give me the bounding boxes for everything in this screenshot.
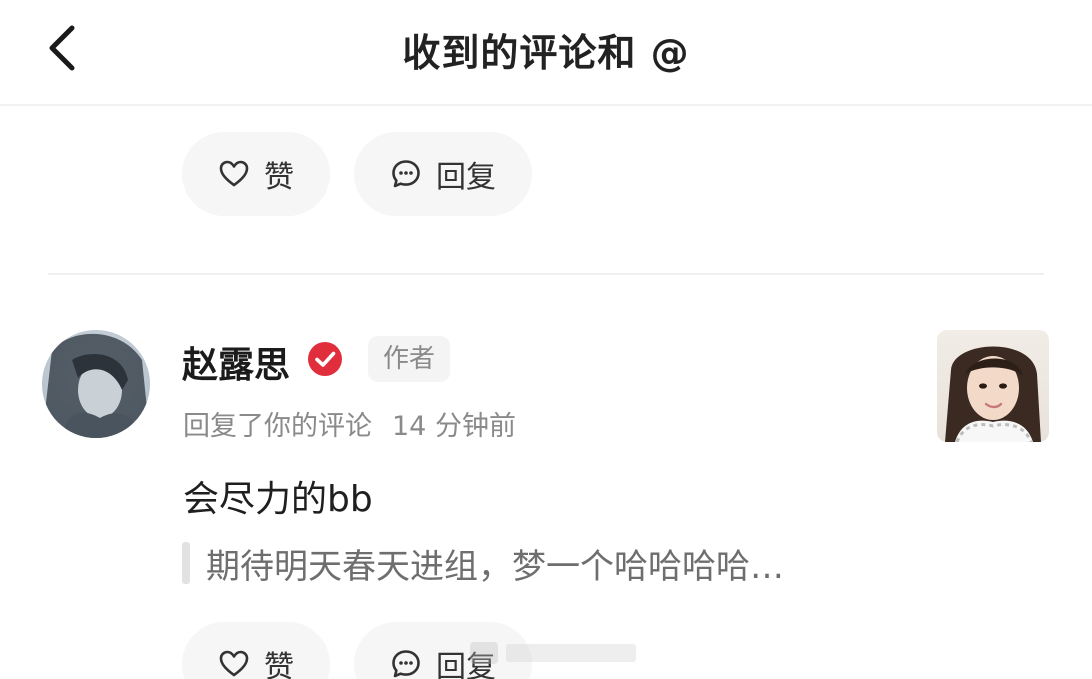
reply-button[interactable]: 回复 xyxy=(354,132,532,216)
user-avatar[interactable] xyxy=(42,330,150,438)
quote-bar xyxy=(182,542,190,584)
item-divider xyxy=(48,273,1044,275)
heart-icon xyxy=(218,158,250,190)
watermark-overlay xyxy=(470,642,636,664)
quoted-comment-text: 期待明天春天进组，梦一个哈哈哈哈… xyxy=(206,546,784,587)
comments-and-mentions-page: 收到的评论和 @ 赞 回复 赵露思 作者 回复了你的评论 14 分钟前 会尽力的… xyxy=(0,0,1092,679)
like-label: 赞 xyxy=(264,160,294,195)
username[interactable]: 赵露思 xyxy=(182,336,290,388)
verified-check-icon xyxy=(307,341,343,377)
heart-icon xyxy=(218,648,250,679)
author-badge: 作者 xyxy=(368,336,450,382)
like-button[interactable]: 赞 xyxy=(182,132,330,216)
item-like-label: 赞 xyxy=(264,650,294,679)
reply-content: 会尽力的bb xyxy=(183,479,373,520)
action-text: 回复了你的评论 xyxy=(183,411,372,442)
notification-meta: 回复了你的评论 14 分钟前 xyxy=(183,404,516,443)
item-like-button[interactable]: 赞 xyxy=(182,622,330,679)
page-title: 收到的评论和 @ xyxy=(402,31,690,75)
note-thumbnail[interactable] xyxy=(937,330,1049,442)
comment-bubble-icon xyxy=(390,648,422,679)
comment-bubble-icon xyxy=(390,158,422,190)
reply-label: 回复 xyxy=(436,160,496,195)
timestamp: 14 分钟前 xyxy=(392,411,516,442)
top-nav-bar: 收到的评论和 @ xyxy=(0,0,1092,106)
quoted-comment: 期待明天春天进组，梦一个哈哈哈哈… xyxy=(182,540,784,587)
